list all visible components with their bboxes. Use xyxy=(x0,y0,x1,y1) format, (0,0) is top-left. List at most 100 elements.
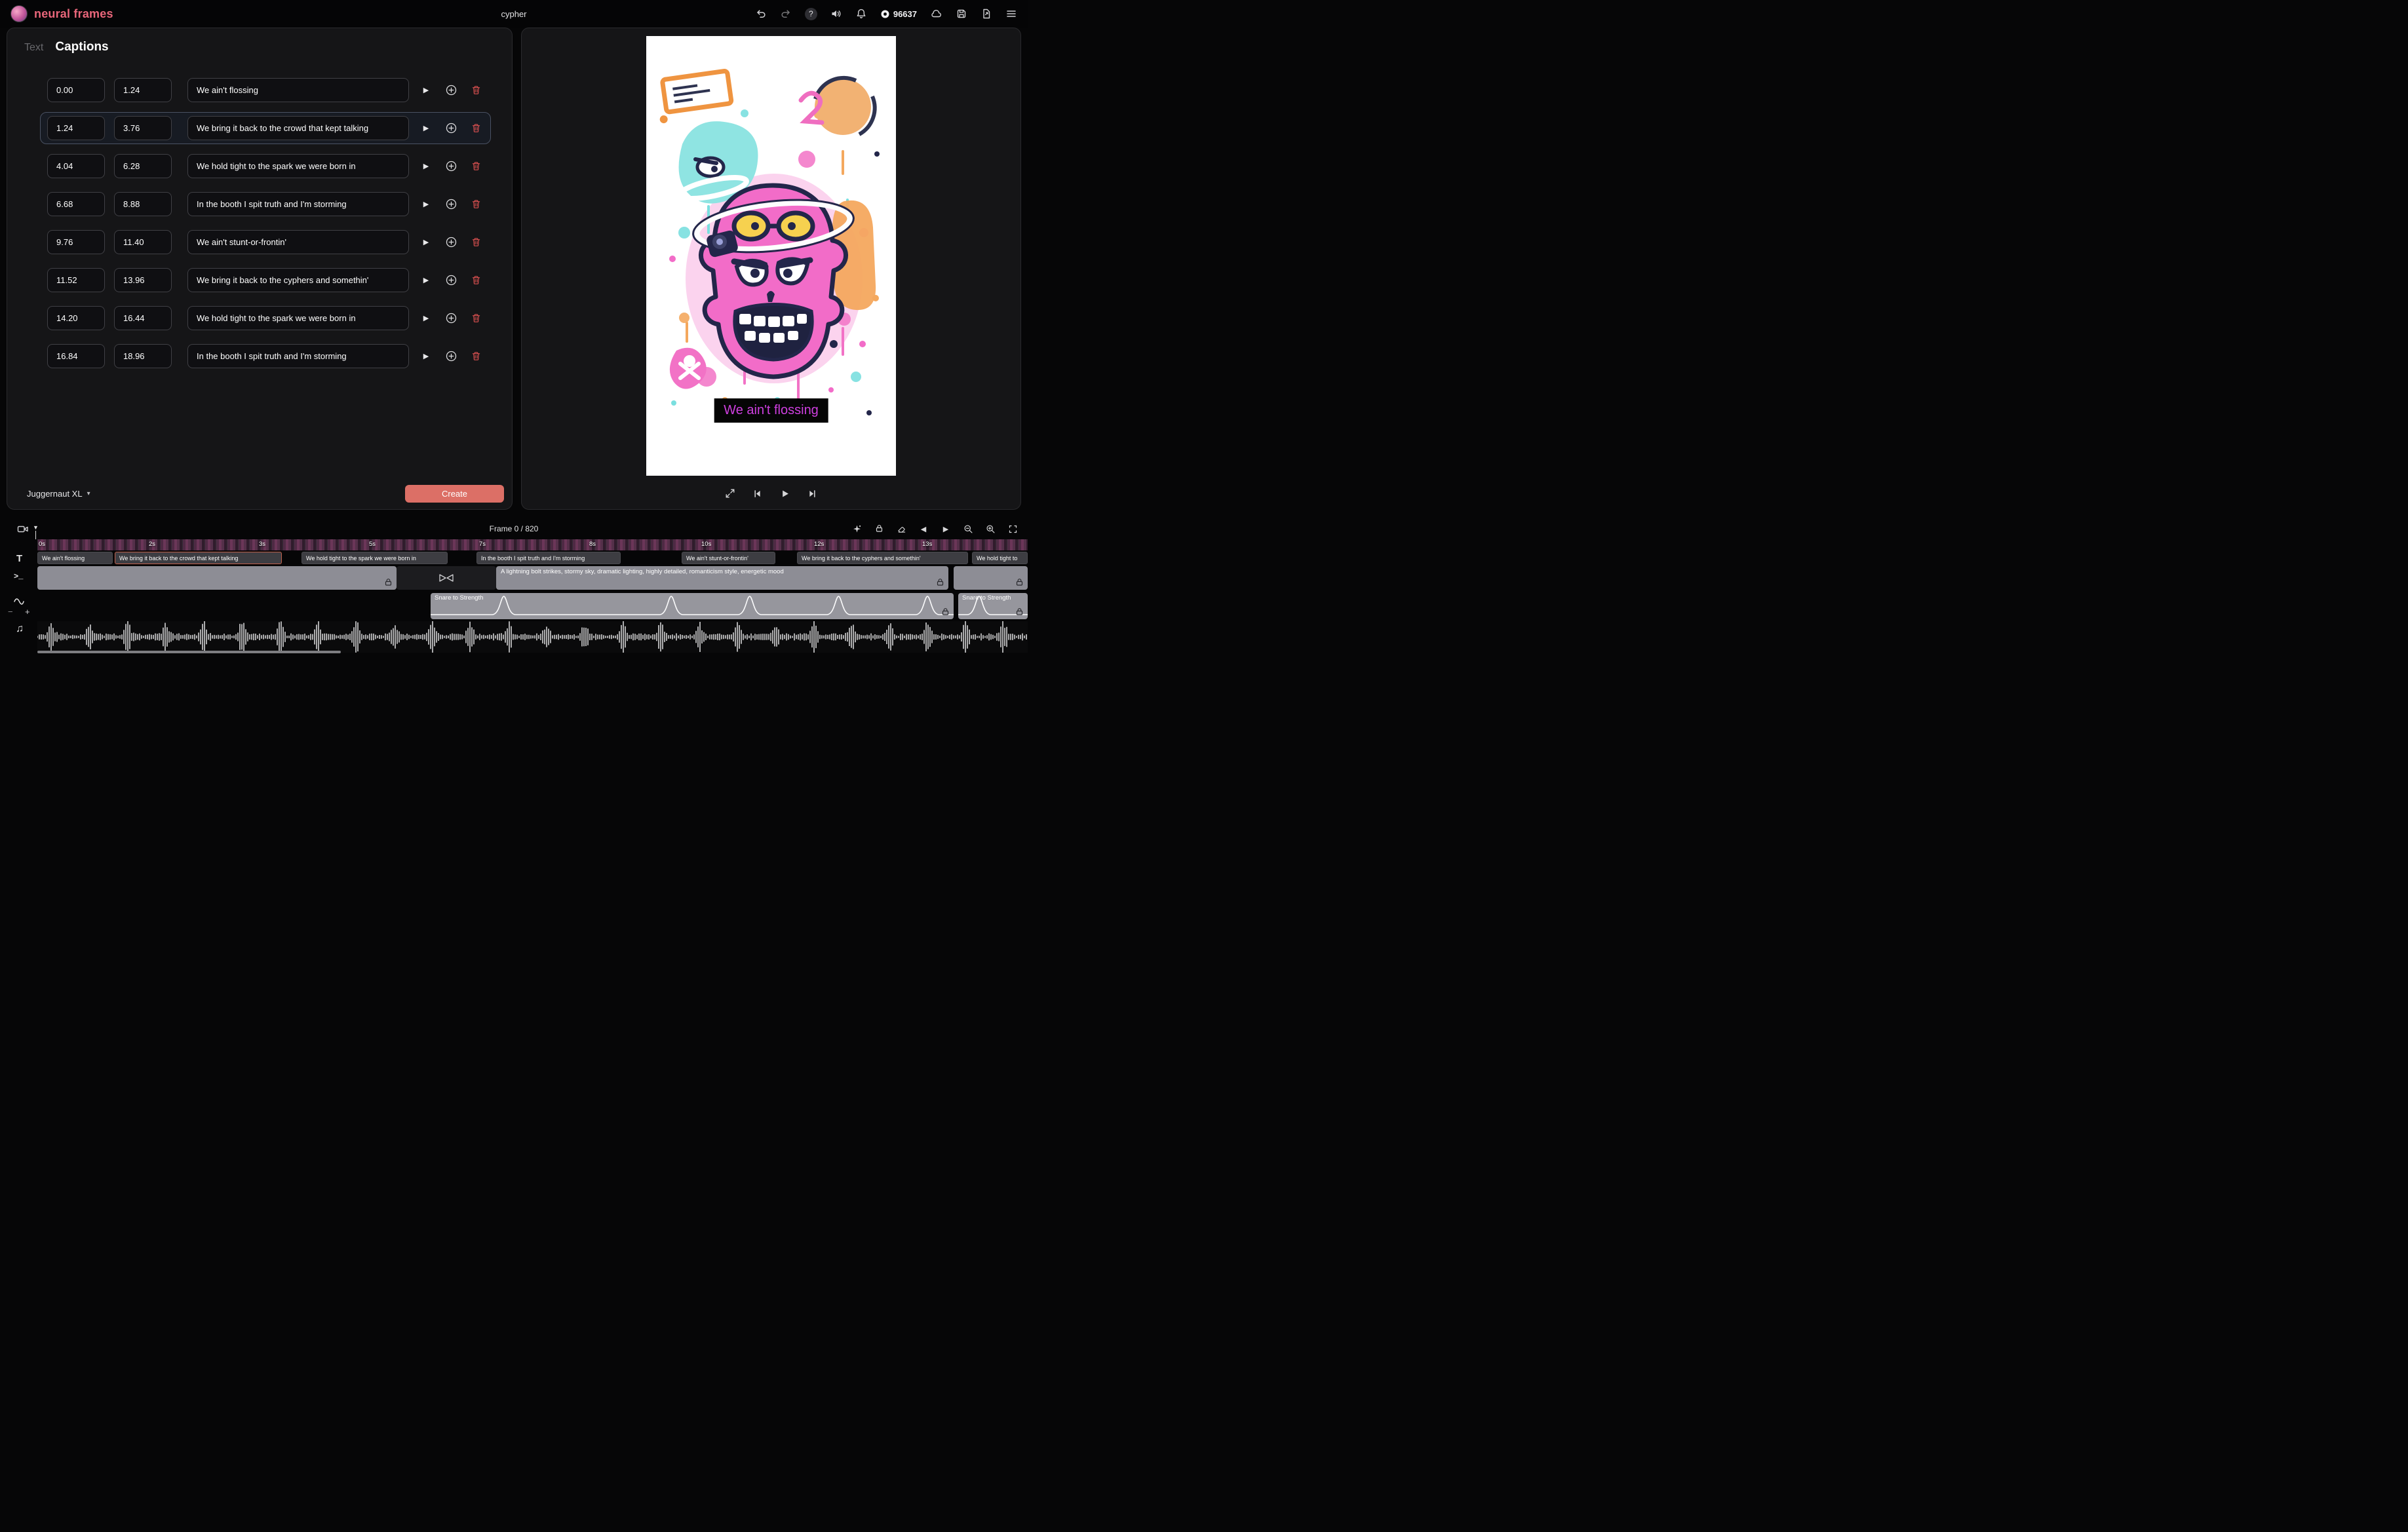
caption-end-input[interactable] xyxy=(114,268,172,292)
undo-button[interactable] xyxy=(755,8,767,20)
delete-caption-button[interactable] xyxy=(468,197,484,212)
lock-icon[interactable] xyxy=(936,578,944,588)
lock-icon[interactable] xyxy=(1015,607,1024,617)
play-caption-button[interactable]: ▶ xyxy=(418,159,434,174)
eraser-button[interactable] xyxy=(895,523,907,535)
caption-end-input[interactable] xyxy=(114,78,172,102)
lock-icon[interactable] xyxy=(1015,578,1024,588)
delete-caption-button[interactable] xyxy=(468,83,484,98)
audio-mute-button[interactable] xyxy=(830,8,842,20)
skip-to-end-button[interactable] xyxy=(807,488,819,499)
lock-track-button[interactable] xyxy=(873,523,885,535)
caption-clip[interactable]: We ain't stunt-or-frontin' xyxy=(682,552,775,564)
caption-end-input[interactable] xyxy=(114,116,172,140)
caption-text-input[interactable] xyxy=(187,116,409,140)
timeline-ruler[interactable]: 0s 2s 3s 5s 7s 8s 10s 12s 13s xyxy=(37,539,1028,550)
caption-start-input[interactable] xyxy=(47,78,105,102)
menu-button[interactable] xyxy=(1005,8,1017,20)
delete-caption-button[interactable] xyxy=(468,235,484,250)
caption-start-input[interactable] xyxy=(47,230,105,254)
fullscreen-button[interactable] xyxy=(724,488,736,499)
add-caption-button[interactable] xyxy=(443,349,459,364)
caption-start-input[interactable] xyxy=(47,192,105,216)
crossfade-zone[interactable] xyxy=(397,566,496,590)
add-caption-button[interactable] xyxy=(443,197,459,212)
caption-clip[interactable]: In the booth I spit truth and I'm stormi… xyxy=(476,552,621,564)
audio-track-icon[interactable]: ♫ xyxy=(16,623,24,635)
delete-caption-button[interactable] xyxy=(468,311,484,326)
caption-text-input[interactable] xyxy=(187,230,409,254)
caption-start-input[interactable] xyxy=(47,116,105,140)
play-caption-button[interactable]: ▶ xyxy=(418,121,434,136)
lock-icon[interactable] xyxy=(941,607,950,617)
caption-text-input[interactable] xyxy=(187,192,409,216)
prompt-clip[interactable] xyxy=(954,566,1028,590)
caption-clip[interactable]: We ain't flossing xyxy=(37,552,113,564)
render-camera-icon[interactable] xyxy=(17,524,29,535)
play-caption-button[interactable]: ▶ xyxy=(418,83,434,98)
caption-end-input[interactable] xyxy=(114,230,172,254)
export-button[interactable] xyxy=(981,8,992,20)
caption-clip[interactable]: We hold tight to xyxy=(972,552,1028,564)
caption-text-input[interactable] xyxy=(187,154,409,178)
delete-caption-button[interactable] xyxy=(468,273,484,288)
lock-icon[interactable] xyxy=(384,578,393,588)
redo-button[interactable] xyxy=(780,8,792,20)
caption-clip-selected[interactable]: We bring it back to the crowd that kept … xyxy=(115,552,282,564)
captions-track-icon[interactable]: T xyxy=(16,553,22,564)
delete-caption-button[interactable] xyxy=(468,159,484,174)
notifications-button[interactable] xyxy=(855,8,867,20)
magic-keyframe-button[interactable] xyxy=(851,523,863,535)
caption-text-input[interactable] xyxy=(187,268,409,292)
delete-caption-button[interactable] xyxy=(468,121,484,136)
caption-start-input[interactable] xyxy=(47,154,105,178)
prev-frame-button[interactable]: ◀ xyxy=(918,523,929,535)
caption-start-input[interactable] xyxy=(47,268,105,292)
caption-text-input[interactable] xyxy=(187,78,409,102)
credits-counter[interactable]: 96637 xyxy=(880,9,917,19)
caption-clip[interactable]: We bring it back to the cyphers and some… xyxy=(797,552,968,564)
add-caption-button[interactable] xyxy=(443,121,459,136)
prompt-clip[interactable] xyxy=(37,566,397,590)
audio-track[interactable] xyxy=(37,621,1028,653)
automation-clip[interactable]: Snare to Strength xyxy=(958,593,1028,619)
help-button[interactable]: ? xyxy=(805,8,817,20)
add-automation-icon[interactable]: + xyxy=(25,607,30,617)
play-caption-button[interactable]: ▶ xyxy=(418,349,434,364)
add-caption-button[interactable] xyxy=(443,273,459,288)
caption-clip[interactable]: We hold tight to the spark we were born … xyxy=(301,552,448,564)
play-caption-button[interactable]: ▶ xyxy=(418,273,434,288)
tab-text[interactable]: Text xyxy=(24,42,43,54)
caption-end-input[interactable] xyxy=(114,192,172,216)
caption-end-input[interactable] xyxy=(114,306,172,330)
automation-track-icon[interactable] xyxy=(14,597,24,606)
create-button[interactable]: Create xyxy=(405,485,504,503)
play-caption-button[interactable]: ▶ xyxy=(418,235,434,250)
zoom-in-button[interactable] xyxy=(984,523,996,535)
user-avatar[interactable] xyxy=(10,5,28,22)
caption-text-input[interactable] xyxy=(187,306,409,330)
save-button[interactable] xyxy=(956,8,967,20)
play-button[interactable] xyxy=(779,488,791,499)
add-caption-button[interactable] xyxy=(443,311,459,326)
fit-timeline-button[interactable] xyxy=(1007,523,1019,535)
next-frame-button[interactable]: ▶ xyxy=(940,523,952,535)
prompt-track-icon[interactable]: >_ xyxy=(14,572,23,581)
zoom-out-button[interactable] xyxy=(962,523,974,535)
add-caption-button[interactable] xyxy=(443,159,459,174)
add-caption-button[interactable] xyxy=(443,235,459,250)
caption-end-input[interactable] xyxy=(114,154,172,178)
automation-clip[interactable]: Snare to Strength xyxy=(431,593,954,619)
caption-text-input[interactable] xyxy=(187,344,409,368)
cloud-sync-button[interactable] xyxy=(930,8,942,20)
caption-start-input[interactable] xyxy=(47,344,105,368)
delete-caption-button[interactable] xyxy=(468,349,484,364)
model-selector[interactable]: Juggernaut XL ▾ xyxy=(27,489,90,499)
skip-to-start-button[interactable] xyxy=(752,488,764,499)
playhead-marker[interactable]: ▼ xyxy=(33,525,39,539)
prompt-clip-active[interactable]: A lightning bolt strikes, stormy sky, dr… xyxy=(496,566,948,590)
tab-captions[interactable]: Captions xyxy=(55,40,108,54)
add-caption-button[interactable] xyxy=(443,83,459,98)
play-caption-button[interactable]: ▶ xyxy=(418,197,434,212)
video-preview[interactable]: We ain't flossing xyxy=(646,36,896,476)
